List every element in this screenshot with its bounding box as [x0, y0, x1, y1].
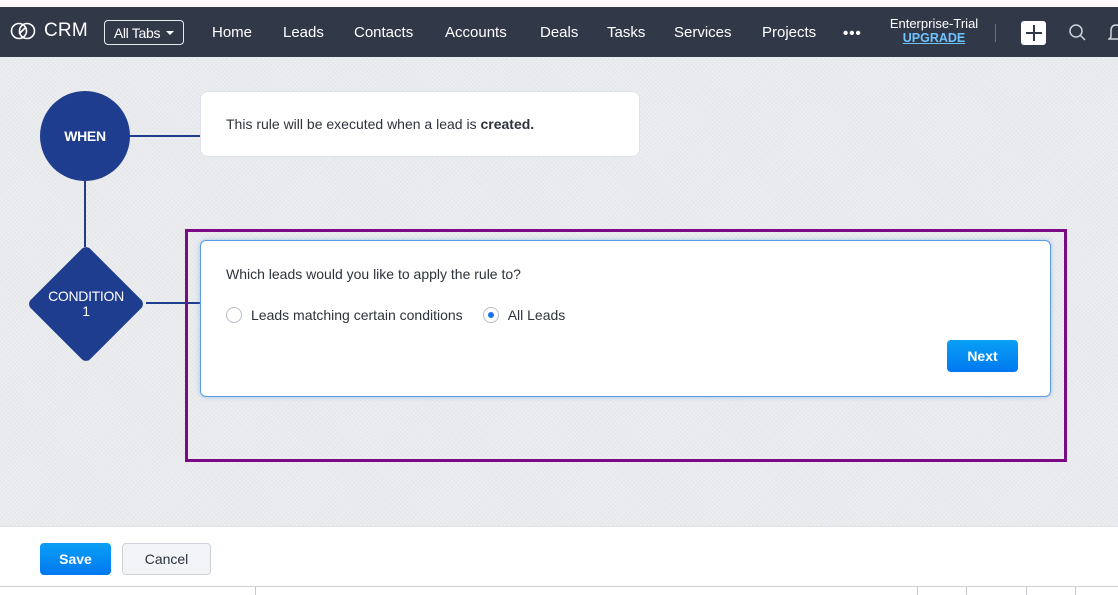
rule-flow-canvas: WHEN CONDITION 1 This rule will be execu… — [0, 57, 1118, 526]
bottom-bar-divider — [966, 587, 967, 595]
bottom-bar-divider — [255, 587, 256, 595]
radio-label: All Leads — [507, 307, 566, 323]
condition-node-label: CONDITION — [48, 288, 124, 304]
connector-line — [130, 135, 200, 137]
plus-icon — [1025, 25, 1042, 41]
radio-option-matching-conditions[interactable]: Leads matching certain conditions — [226, 307, 463, 323]
next-button[interactable]: Next — [947, 340, 1018, 372]
when-node: WHEN — [40, 91, 130, 181]
crm-logo-icon — [10, 22, 36, 40]
radio-button-selected[interactable] — [482, 307, 499, 323]
nav-projects[interactable]: Projects — [762, 24, 816, 41]
radio-label: Leads matching certain conditions — [251, 307, 463, 323]
condition-node: CONDITION 1 — [26, 244, 146, 364]
bottom-bar-divider — [1026, 587, 1027, 595]
create-button[interactable] — [1021, 21, 1046, 45]
bottom-bar-divider — [917, 587, 918, 595]
condition-card: Which leads would you like to apply the … — [200, 240, 1051, 397]
all-tabs-dropdown[interactable]: All Tabs — [104, 20, 184, 45]
footer-actions: Save Cancel — [0, 526, 1118, 586]
when-card: This rule will be executed when a lead i… — [200, 91, 640, 157]
when-card-text: This rule will be executed when a lead i… — [226, 116, 534, 132]
search-icon — [1069, 24, 1086, 41]
bell-icon — [1107, 24, 1118, 40]
condition-question: Which leads would you like to apply the … — [226, 266, 521, 282]
notifications-button[interactable] — [1107, 22, 1118, 49]
radio-button[interactable] — [226, 307, 242, 323]
nav-contacts[interactable]: Contacts — [354, 24, 413, 41]
connector-line — [84, 181, 86, 247]
caret-down-icon — [166, 30, 175, 35]
radio-dot — [487, 312, 494, 318]
condition-node-number: 1 — [82, 303, 90, 319]
browser-top-strip — [0, 0, 1118, 7]
crm-logo[interactable]: CRM — [10, 20, 88, 42]
top-navbar: CRM All Tabs Home Leads Contacts Account… — [0, 7, 1118, 57]
nav-leads[interactable]: Leads — [283, 24, 324, 41]
upgrade-link[interactable]: UPGRADE — [884, 31, 984, 45]
condition-node-text: CONDITION 1 — [26, 244, 146, 364]
bottom-bar-divider — [1075, 587, 1076, 595]
when-card-trigger: created. — [480, 116, 535, 132]
nav-accounts[interactable]: Accounts — [445, 24, 507, 41]
navbar-divider — [995, 24, 996, 42]
app-name: CRM — [44, 20, 88, 41]
nav-services[interactable]: Services — [674, 24, 732, 41]
nav-home[interactable]: Home — [212, 24, 252, 41]
plan-label: Enterprise-Trial — [889, 16, 979, 31]
nav-tasks[interactable]: Tasks — [607, 24, 645, 41]
when-card-text-plain: This rule will be executed when a lead i… — [226, 116, 481, 132]
bottom-bar — [0, 586, 1118, 595]
all-tabs-label: All Tabs — [113, 24, 161, 41]
nav-deals[interactable]: Deals — [540, 24, 578, 41]
save-button[interactable]: Save — [40, 543, 111, 575]
cancel-button[interactable]: Cancel — [122, 543, 211, 575]
more-icon[interactable]: ••• — [843, 25, 862, 42]
plan-info: Enterprise-Trial UPGRADE — [884, 16, 984, 46]
when-node-label: WHEN — [64, 128, 106, 144]
lead-scope-radio-group: Leads matching certain conditions All Le… — [226, 307, 585, 323]
search-button[interactable] — [1068, 23, 1088, 48]
radio-option-all-leads[interactable]: All Leads — [482, 307, 566, 323]
